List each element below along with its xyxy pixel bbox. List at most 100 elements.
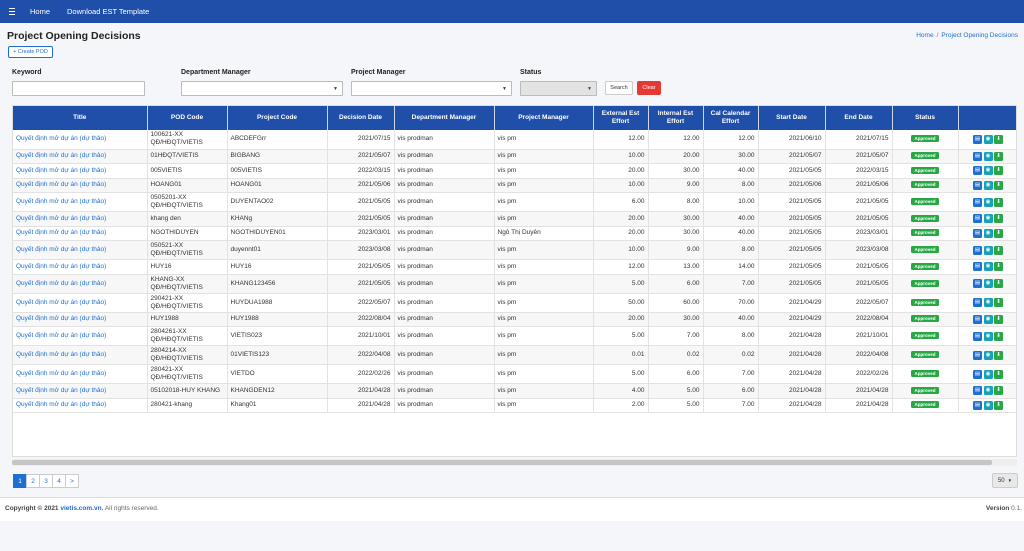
table-row[interactable]: Quyết định mở dự án (dự thảo) 280421-XX Q… (13, 364, 1016, 384)
page-2-button[interactable]: 2 (26, 474, 40, 488)
table-row[interactable]: Quyết định mở dự án (dự thảo) 280421-khan… (13, 398, 1016, 413)
table-row[interactable]: Quyết định mở dự án (dự thảo) 05102018-HU… (13, 383, 1016, 399)
document-icon[interactable]: ▤ (973, 197, 982, 207)
table-row[interactable]: Quyết định mở dự án (dự thảo) 100621-XX Q… (13, 130, 1016, 150)
download-icon[interactable]: ⬇ (994, 314, 1003, 324)
document-icon[interactable]: ▤ (973, 314, 982, 324)
document-icon[interactable]: ▤ (973, 180, 982, 190)
document-icon[interactable]: ▤ (973, 386, 982, 396)
download-icon[interactable]: ⬇ (994, 279, 1003, 288)
eye-icon[interactable]: ◉ (983, 298, 993, 307)
document-icon[interactable]: ▤ (973, 369, 982, 379)
row-title-link[interactable]: Quyết định mở dự án (dự thảo) (13, 293, 148, 313)
download-icon[interactable]: ⬇ (994, 197, 1003, 207)
document-icon[interactable]: ▤ (973, 279, 982, 288)
row-title-link[interactable]: Quyết định mở dự án (dự thảo) (13, 383, 148, 399)
row-title-link[interactable]: Quyết định mở dự án (dự thảo) (13, 130, 148, 150)
nav-download-est-template[interactable]: Download EST Template (67, 7, 149, 16)
eye-icon[interactable]: ◉ (983, 197, 993, 207)
search-button[interactable]: Search (605, 81, 633, 95)
col-end-date[interactable]: End Date (825, 106, 893, 130)
eye-icon[interactable]: ◉ (983, 180, 993, 190)
row-title-link[interactable]: Quyết định mở dự án (dự thảo) (13, 398, 148, 413)
document-icon[interactable]: ▤ (973, 134, 982, 144)
col-decision-date[interactable]: Decision Date (327, 106, 395, 130)
download-icon[interactable]: ⬇ (994, 400, 1003, 410)
row-title-link[interactable]: Quyết định mở dự án (dự thảo) (13, 345, 148, 365)
col-status[interactable]: Status (892, 106, 959, 130)
row-title-link[interactable]: Quyết định mở dự án (dự thảo) (13, 259, 148, 275)
col-start-date[interactable]: Start Date (758, 106, 826, 130)
col-pod-code[interactable]: POD Code (147, 106, 228, 130)
table-row[interactable]: Quyết định mở dự án (dự thảo) 0505201-XX … (13, 192, 1016, 212)
row-title-link[interactable]: Quyết định mở dự án (dự thảo) (13, 364, 148, 384)
document-icon[interactable]: ▤ (973, 214, 982, 224)
next-page-button[interactable]: > (65, 474, 79, 488)
eye-icon[interactable]: ◉ (983, 400, 993, 410)
document-icon[interactable]: ▤ (973, 245, 982, 255)
table-row[interactable]: Quyết định mở dự án (dự thảo) KHANG-XX QĐ… (13, 274, 1016, 294)
document-icon[interactable]: ▤ (973, 166, 982, 176)
nav-home[interactable]: Home (30, 7, 50, 16)
eye-icon[interactable]: ◉ (983, 166, 993, 176)
row-title-link[interactable]: Quyết định mở dự án (dự thảo) (13, 178, 148, 193)
download-icon[interactable]: ⬇ (994, 245, 1003, 255)
eye-icon[interactable]: ◉ (983, 369, 993, 379)
row-title-link[interactable]: Quyết định mở dự án (dự thảo) (13, 312, 148, 327)
eye-icon[interactable]: ◉ (983, 314, 993, 324)
document-icon[interactable]: ▤ (973, 262, 982, 272)
table-row[interactable]: Quyết định mở dự án (dự thảo) 2804214-XX … (13, 345, 1016, 365)
row-title-link[interactable]: Quyết định mở dự án (dự thảo) (13, 211, 148, 227)
col-cal-calendar-effort[interactable]: Cal Calendar Effort (703, 106, 759, 130)
download-icon[interactable]: ⬇ (994, 134, 1003, 144)
keyword-input[interactable] (12, 81, 145, 96)
horizontal-scrollbar[interactable] (12, 459, 1017, 466)
table-row[interactable]: Quyết định mở dự án (dự thảo) khang den KH… (13, 211, 1016, 227)
table-row[interactable]: Quyết định mở dự án (dự thảo) 050521-XX Q… (13, 240, 1016, 260)
col-department-manager[interactable]: Department Manager (394, 106, 495, 130)
col-project-manager[interactable]: Project Manager (494, 106, 594, 130)
eye-icon[interactable]: ◉ (983, 151, 993, 161)
download-icon[interactable]: ⬇ (994, 386, 1003, 396)
download-icon[interactable]: ⬇ (994, 214, 1003, 224)
eye-icon[interactable]: ◉ (983, 279, 993, 288)
eye-icon[interactable]: ◉ (983, 245, 993, 255)
col-internal-est-effort[interactable]: Internal Est Effort (648, 106, 704, 130)
clear-button[interactable]: Clear (637, 81, 661, 95)
download-icon[interactable]: ⬇ (994, 262, 1003, 272)
eye-icon[interactable]: ◉ (983, 228, 993, 238)
download-icon[interactable]: ⬇ (994, 151, 1003, 161)
document-icon[interactable]: ▤ (973, 151, 982, 161)
per-page-select[interactable]: 50 ▼ (992, 473, 1018, 488)
eye-icon[interactable]: ◉ (983, 134, 993, 144)
table-row[interactable]: Quyết định mở dự án (dự thảo) 005VIETIS 00… (13, 163, 1016, 179)
document-icon[interactable]: ▤ (973, 298, 982, 307)
eye-icon[interactable]: ◉ (983, 350, 993, 360)
eye-icon[interactable]: ◉ (983, 262, 993, 272)
table-row[interactable]: Quyết định mở dự án (dự thảo) NGOTHIDUYEN… (13, 226, 1016, 241)
row-title-link[interactable]: Quyết định mở dự án (dự thảo) (13, 274, 148, 294)
download-icon[interactable]: ⬇ (994, 228, 1003, 238)
document-icon[interactable]: ▤ (973, 350, 982, 360)
table-row[interactable]: Quyết định mở dự án (dự thảo) HUY1988 HUY1… (13, 312, 1016, 327)
page-3-button[interactable]: 3 (39, 474, 53, 488)
download-icon[interactable]: ⬇ (994, 350, 1003, 360)
download-icon[interactable]: ⬇ (994, 298, 1003, 307)
row-title-link[interactable]: Quyết định mở dự án (dự thảo) (13, 192, 148, 212)
hamburger-menu-icon[interactable] (9, 8, 21, 15)
page-4-button[interactable]: 4 (52, 474, 66, 488)
download-icon[interactable]: ⬇ (994, 166, 1003, 176)
document-icon[interactable]: ▤ (973, 400, 982, 410)
project-manager-select[interactable]: ▼ (351, 81, 512, 96)
create-pod-button[interactable]: + Create POD (8, 46, 53, 58)
download-icon[interactable]: ⬇ (994, 180, 1003, 190)
page-1-button[interactable]: 1 (13, 474, 27, 488)
row-title-link[interactable]: Quyết định mở dự án (dự thảo) (13, 149, 148, 164)
brand-link[interactable]: vietis.com.vn. (60, 505, 103, 512)
table-row[interactable]: Quyết định mở dự án (dự thảo) HUY16 HUY16 2… (13, 259, 1016, 275)
table-row[interactable]: Quyết định mở dự án (dự thảo) 290421-XX Q… (13, 293, 1016, 313)
document-icon[interactable]: ▤ (973, 228, 982, 238)
row-title-link[interactable]: Quyết định mở dự án (dự thảo) (13, 226, 148, 241)
department-manager-select[interactable]: ▼ (181, 81, 343, 96)
col-external-est-effort[interactable]: External Est Effort (593, 106, 649, 130)
